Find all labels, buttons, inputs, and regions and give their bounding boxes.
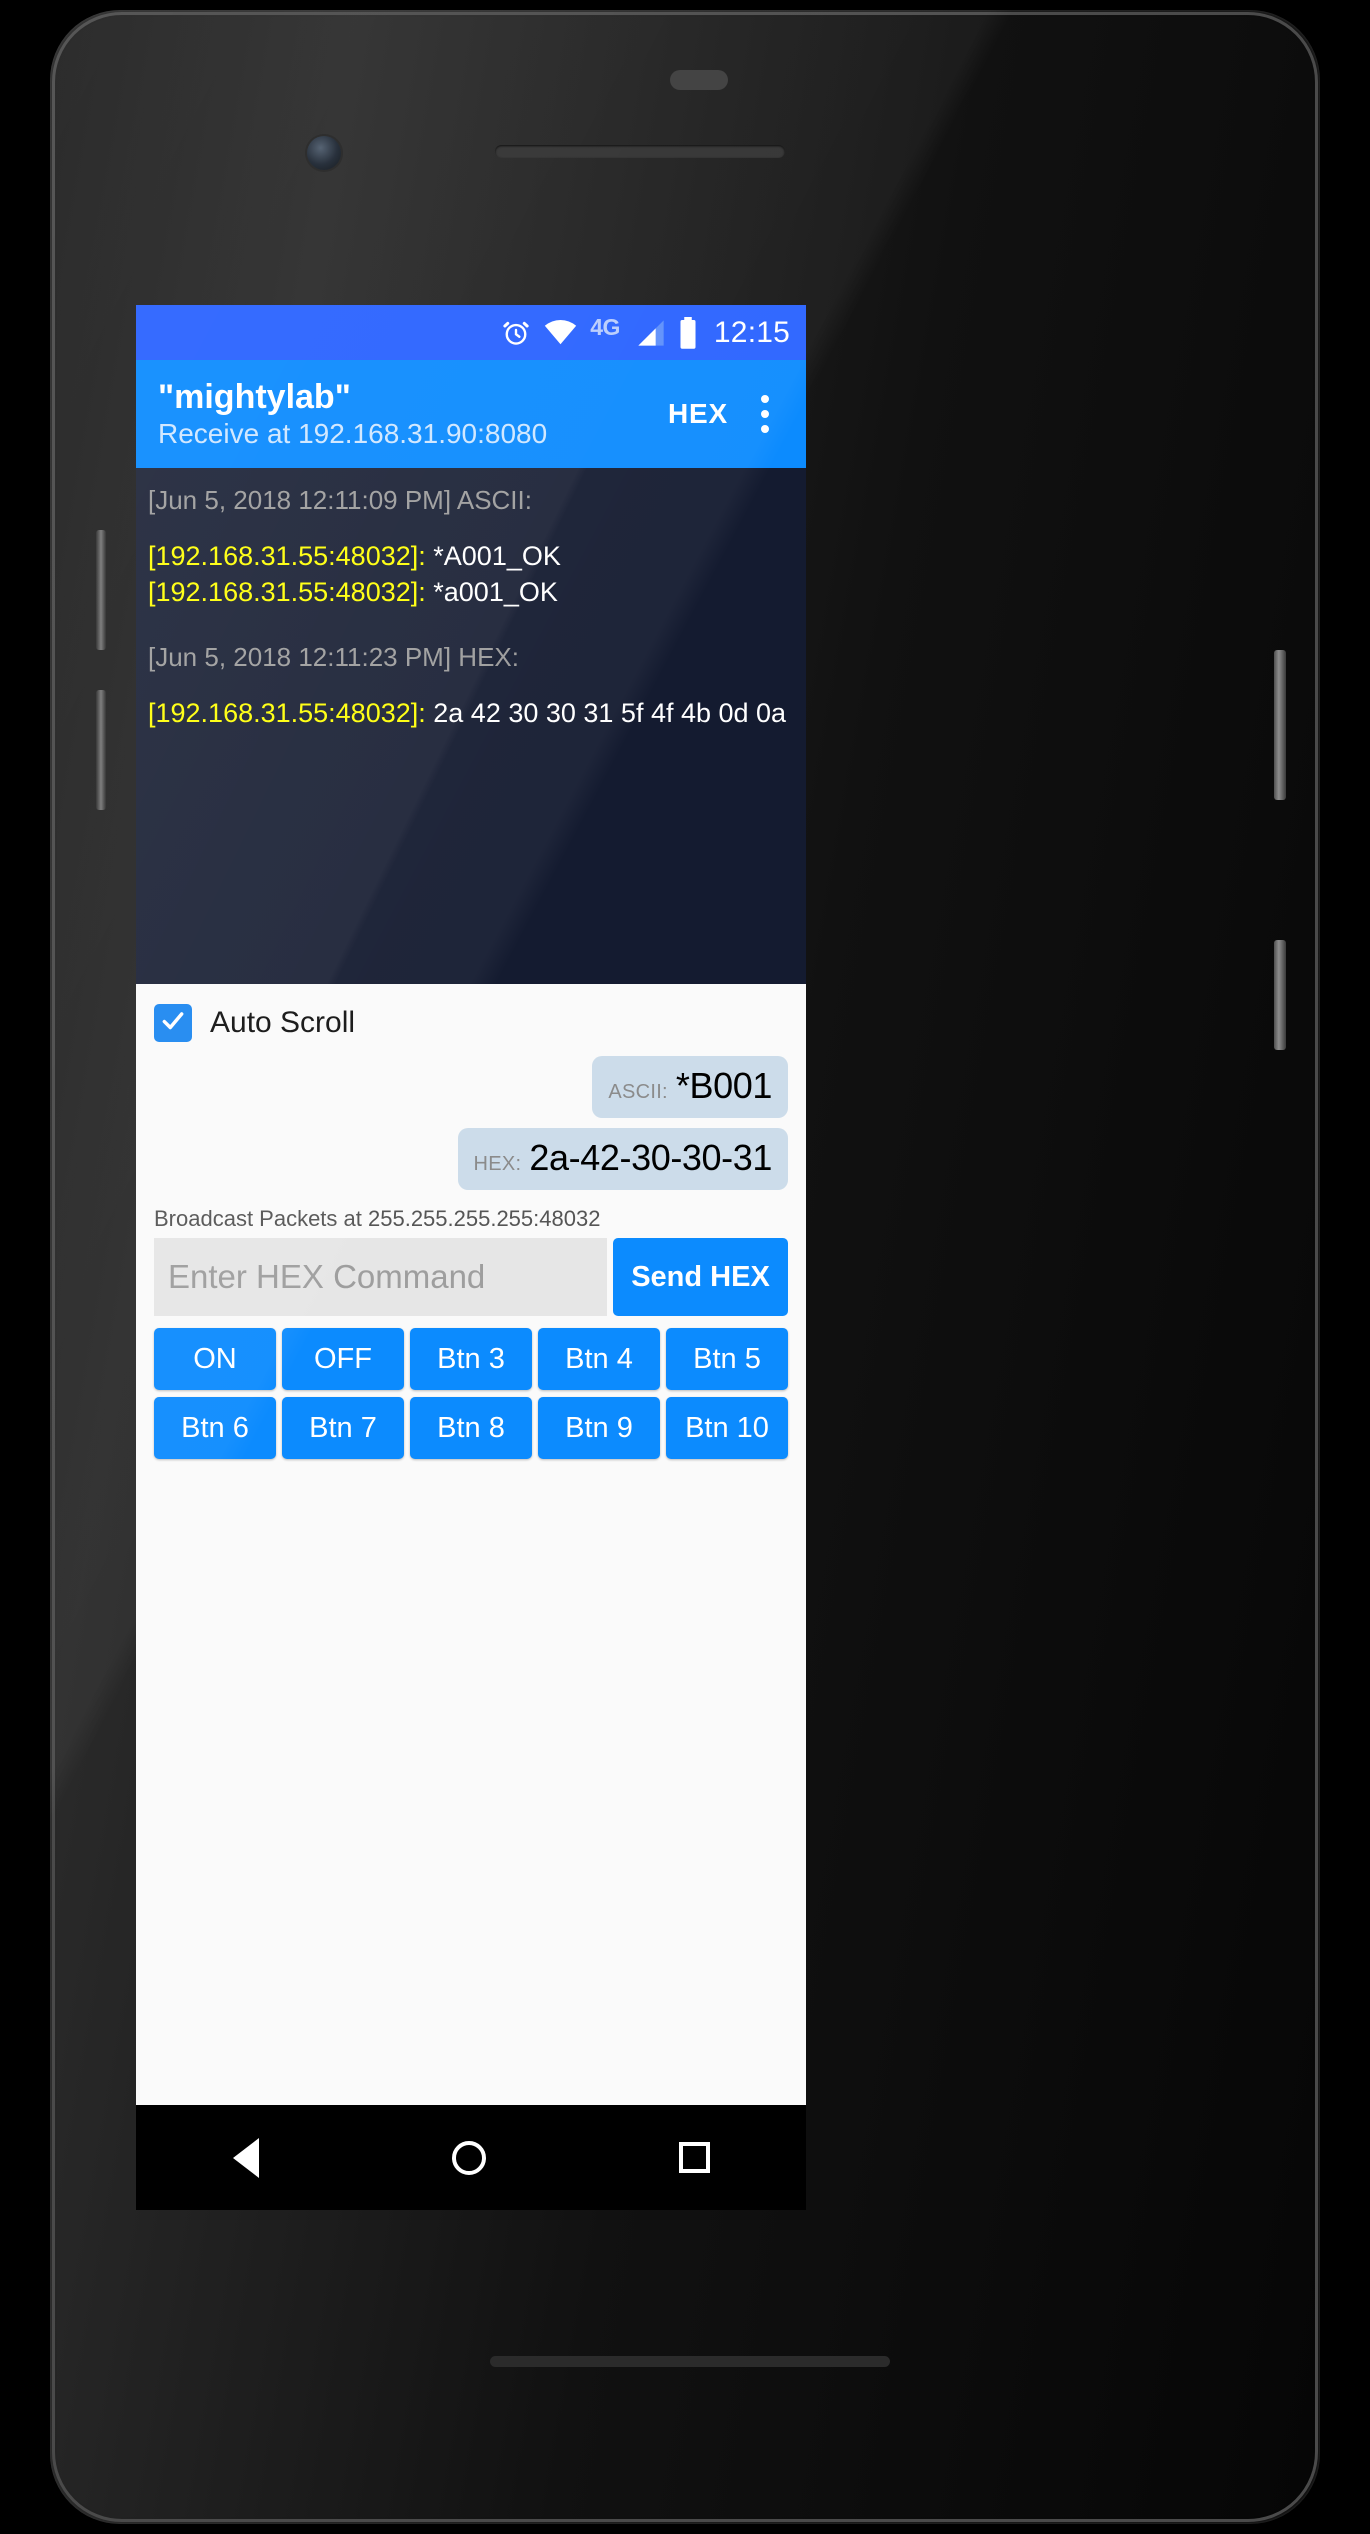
overflow-dot [761, 395, 769, 403]
log-entry: [192.168.31.55:48032]: 2a 42 30 30 31 5f… [148, 698, 794, 730]
more-vertical-icon[interactable] [738, 379, 792, 449]
payload-preview-chip[interactable]: ASCII: *B001 [592, 1056, 788, 1118]
network-type-label: 4G [590, 314, 620, 340]
payload-preview-kind: ASCII: [608, 1081, 668, 1103]
payload-preview-list: ASCII: *B001 HEX: 2a-42-30-30-31 [136, 1056, 806, 1190]
home-circle-icon[interactable] [451, 2140, 486, 2175]
page-title: "mightylab" [158, 378, 351, 417]
battery-full-icon [678, 316, 698, 349]
log-timestamp: [Jun 5, 2018 12:11:23 PM] HEX: [148, 641, 519, 672]
checkmark-icon [160, 1008, 186, 1039]
preset-button-4[interactable]: Btn 4 [538, 1328, 660, 1390]
alarm-clock-icon [501, 318, 531, 348]
payload-preview-row: HEX: 2a-42-30-30-31 [136, 1128, 806, 1190]
hex-mode-button[interactable]: HEX [658, 386, 738, 442]
send-command-row: Send HEX [136, 1238, 806, 1316]
log-peer-address: [192.168.31.55:48032]: [148, 697, 426, 728]
status-bar: 4G 12:15 [136, 305, 806, 360]
log-payload: 2a 42 30 30 31 5f 4f 4b 0d 0a [425, 697, 787, 728]
send-hex-button[interactable]: Send HEX [613, 1238, 788, 1316]
log-payload: *a001_OK [425, 576, 558, 607]
overflow-dot [761, 410, 769, 418]
left-edge-trim-lower [96, 690, 106, 810]
phone-screen: 4G 12:15 "mightylab" Receive at 192.168.… [136, 305, 806, 2105]
preset-button-8[interactable]: Btn 8 [410, 1397, 532, 1459]
overflow-dot [761, 425, 769, 433]
broadcast-target-label: Broadcast Packets at 255.255.255.255:480… [154, 1206, 601, 1231]
back-triangle-icon[interactable] [232, 2137, 259, 2178]
payload-preview-chip[interactable]: HEX: 2a-42-30-30-31 [457, 1128, 788, 1190]
preset-button-3[interactable]: Btn 3 [410, 1328, 532, 1390]
bottom-speaker-grille [490, 2356, 890, 2367]
preset-button-5[interactable]: Btn 5 [666, 1328, 788, 1390]
log-spacer [148, 613, 794, 639]
app-bar-title-group: "mightylab" Receive at 192.168.31.90:808… [158, 378, 658, 449]
power-button[interactable] [1274, 650, 1286, 800]
recents-square-icon[interactable] [678, 2142, 710, 2173]
hex-command-input[interactable] [154, 1238, 607, 1316]
log-payload: *A001_OK [425, 540, 561, 571]
phone-device-frame: 4G 12:15 "mightylab" Receive at 192.168.… [50, 10, 1320, 2524]
wifi-icon [544, 319, 577, 346]
log-peer-address: [192.168.31.55:48032]: [148, 576, 426, 607]
payload-preview-value: *B001 [675, 1065, 772, 1106]
proximity-sensor [670, 70, 728, 90]
preset-button-2[interactable]: OFF [282, 1328, 404, 1390]
preset-button-9[interactable]: Btn 9 [538, 1397, 660, 1459]
status-bar-clock: 12:15 [713, 315, 790, 349]
preset-button-grid: ON OFF Btn 3 Btn 4 Btn 5 Btn 6 Btn 7 Btn 8 Btn 9… [136, 1316, 806, 1473]
app-bar: "mightylab" Receive at 192.168.31.90:808… [136, 360, 806, 468]
volume-button[interactable] [1274, 940, 1286, 1050]
android-navigation-bar [136, 2105, 806, 2210]
preset-button-7[interactable]: Btn 7 [282, 1397, 404, 1459]
preset-button-10[interactable]: Btn 10 [666, 1397, 788, 1459]
log-peer-address: [192.168.31.55:48032]: [148, 540, 426, 571]
payload-preview-row: ASCII: *B001 [136, 1056, 806, 1118]
cellular-signal-icon [633, 319, 665, 347]
preset-button-6[interactable]: Btn 6 [154, 1397, 276, 1459]
preset-button-1[interactable]: ON [154, 1328, 276, 1390]
auto-scroll-row[interactable]: Auto Scroll [136, 984, 806, 1056]
auto-scroll-checkbox[interactable] [154, 1004, 192, 1042]
log-entry: [192.168.31.55:48032]: *a001_OK [148, 577, 794, 609]
log-timestamp: [Jun 5, 2018 12:11:09 PM] ASCII: [148, 485, 532, 515]
log-entry: [192.168.31.55:48032]: *A001_OK [148, 541, 794, 573]
payload-preview-value: 2a-42-30-30-31 [529, 1137, 772, 1178]
front-camera-lens [307, 136, 341, 170]
auto-scroll-label: Auto Scroll [210, 1006, 356, 1039]
console-log[interactable]: [Jun 5, 2018 12:11:09 PM] ASCII: [192.168… [136, 468, 806, 984]
payload-preview-kind: HEX: [473, 1153, 522, 1175]
app-bar-subtitle: Receive at 192.168.31.90:8080 [158, 417, 548, 449]
earpiece-speaker [495, 145, 785, 158]
left-edge-trim-upper [96, 530, 106, 650]
